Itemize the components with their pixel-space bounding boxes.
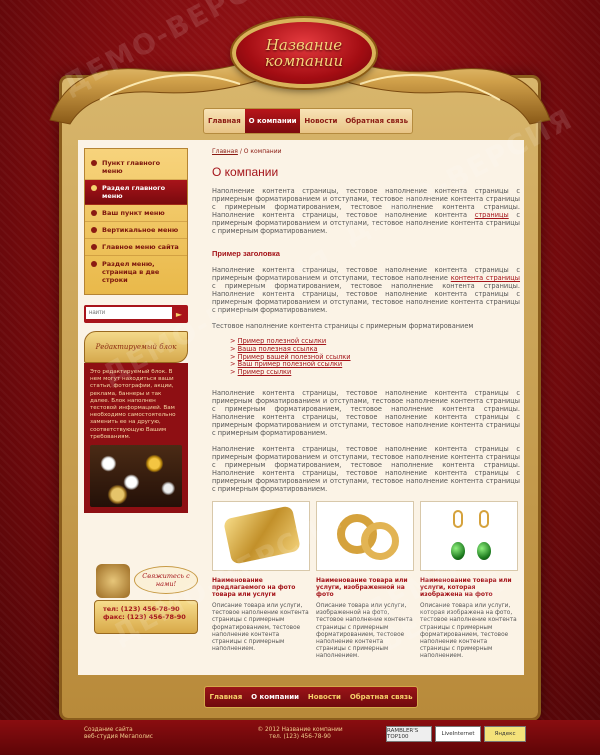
rambler-counter[interactable]: RAMBLER'S TOP100 bbox=[386, 726, 432, 742]
useful-link[interactable]: Пример ссылки bbox=[238, 368, 292, 376]
sidebar-item-4[interactable]: Вертикальное меню bbox=[85, 222, 187, 239]
sidebar-item-1[interactable]: Пункт главного меню bbox=[85, 155, 187, 180]
sidebar-item-label: Ваш пункт меню bbox=[102, 209, 165, 217]
product-card[interactable]: Наименование товара или услуги, которая … bbox=[420, 500, 518, 661]
nav-item-feedback[interactable]: Обратная связь bbox=[341, 109, 412, 133]
section-heading: Пример заголовка bbox=[212, 249, 280, 258]
useful-links-list: Пример полезной ссылки Ваша полезная ссы… bbox=[230, 337, 520, 377]
tel-number: тел: (123) 456-78-90 bbox=[103, 605, 180, 613]
bullet-icon bbox=[91, 185, 97, 191]
product-description: Описание товара или услуги, которая изоб… bbox=[420, 602, 517, 660]
footer-credits: Создание сайта веб-студия Мегаполис bbox=[84, 727, 153, 741]
contact-block: Свяжитесь с нами! тел: (123) 456-78-90 ф… bbox=[92, 560, 200, 638]
footer-copyright: © 2012 Название компании тел. (123) 456-… bbox=[240, 727, 360, 741]
contact-us-label: Свяжитесь с нами! bbox=[134, 566, 198, 594]
product-description: Описание товара или услуги, тестовое нап… bbox=[212, 602, 309, 653]
rings-image[interactable] bbox=[316, 500, 414, 571]
blog-body: Это редактируемый блок. В нем могут нахо… bbox=[84, 363, 188, 514]
paragraph-1: Наполнение контента страницы, тестовое н… bbox=[212, 187, 520, 235]
nav-item-about[interactable]: О компании bbox=[244, 109, 301, 133]
inline-link[interactable]: контента страницы bbox=[451, 274, 520, 282]
top-navigation: Главная О компании Новости Обратная связ… bbox=[203, 108, 413, 134]
counters: RAMBLER'S TOP100 LiveInternet Яндекс bbox=[386, 726, 526, 742]
bullet-icon bbox=[91, 210, 97, 216]
product-description: Описание товара или услуги, изображенной… bbox=[316, 602, 413, 660]
paragraph-2: Наполнение контента страницы, тестовое н… bbox=[212, 266, 520, 314]
earring-icon bbox=[477, 509, 491, 564]
bullet-icon bbox=[91, 244, 97, 250]
search-arrow-icon[interactable]: ► bbox=[172, 307, 186, 321]
paragraph-3: Тестовое наполнение контента страницы с … bbox=[212, 322, 474, 330]
footer-phone: тел. (123) 456-78-90 bbox=[269, 734, 331, 740]
earring-icon bbox=[451, 509, 465, 564]
sidebar-item-label: Раздел меню, страница в две строки bbox=[102, 260, 160, 284]
bullet-icon bbox=[91, 261, 97, 267]
main-content: Главная / О компании О компании Наполнен… bbox=[212, 148, 520, 661]
fax-number: факс: (123) 456-78-90 bbox=[103, 613, 186, 621]
watch-icon bbox=[222, 505, 302, 565]
useful-link[interactable]: Пример вашей полезной ссылки bbox=[238, 353, 351, 361]
sidebar-item-5[interactable]: Главное меню сайта bbox=[85, 239, 187, 256]
nav-item-news[interactable]: Новости bbox=[300, 109, 341, 133]
search-input[interactable] bbox=[86, 307, 172, 319]
sidebar-menu: Пункт главного меню Раздел главного меню… bbox=[84, 148, 188, 295]
products-row: Наименование предлагаемого на фото товар… bbox=[212, 500, 520, 661]
copyright-text: © 2012 Название компании bbox=[257, 727, 343, 733]
product-title[interactable]: Наименование предлагаемого на фото товар… bbox=[212, 577, 310, 598]
editable-block: Редактируемый блок Это редактируемый бло… bbox=[84, 331, 188, 514]
blog-title: Редактируемый блок bbox=[84, 331, 188, 363]
footer-nav-news[interactable]: Новости bbox=[308, 693, 341, 701]
useful-link[interactable]: Пример полезной ссылки bbox=[238, 337, 327, 345]
sidebar: Пункт главного меню Раздел главного меню… bbox=[84, 148, 188, 514]
useful-link[interactable]: Ваша полезная ссылка bbox=[238, 345, 318, 353]
earrings-image[interactable] bbox=[420, 500, 518, 571]
text: с примерным форматированием, тестовое на… bbox=[212, 282, 520, 314]
product-card[interactable]: Наименование товара или услуги, изображе… bbox=[316, 500, 414, 661]
sidebar-item-label: Пункт главного меню bbox=[102, 159, 161, 175]
breadcrumb-home-link[interactable]: Главная bbox=[212, 148, 238, 155]
footer-nav-home[interactable]: Главная bbox=[209, 693, 242, 701]
useful-link[interactable]: Ваш пример полезной ссылки bbox=[238, 360, 343, 368]
product-title[interactable]: Наименование товара или услуги, которая … bbox=[420, 577, 518, 598]
ring-icon bbox=[361, 521, 399, 560]
sidebar-item-label: Вертикальное меню bbox=[102, 226, 179, 234]
yandex-counter[interactable]: Яндекс bbox=[484, 726, 526, 742]
paragraph-4: Наполнение контента страницы, тестовое н… bbox=[212, 388, 520, 437]
blog-text: Это редактируемый блок. В нем могут нахо… bbox=[90, 369, 176, 440]
paragraph-5: Наполнение контента страницы, тестовое н… bbox=[212, 444, 520, 493]
footer-nav-about[interactable]: О компании bbox=[251, 693, 299, 701]
company-logo[interactable]: Название компании bbox=[232, 18, 376, 88]
inline-link[interactable]: страницы bbox=[475, 211, 509, 219]
list-item: Пример ссылки bbox=[230, 368, 520, 377]
nav-item-home[interactable]: Главная bbox=[204, 109, 245, 133]
phones-box: тел: (123) 456-78-90 факс: (123) 456-78-… bbox=[94, 600, 198, 634]
product-card[interactable]: Наименование предлагаемого на фото товар… bbox=[212, 500, 310, 661]
liveinternet-counter[interactable]: LiveInternet bbox=[435, 726, 481, 742]
bullet-icon bbox=[91, 160, 97, 166]
logo-line1: Название bbox=[265, 36, 343, 54]
footer-navigation: Главная О компании Новости Обратная связ… bbox=[204, 686, 418, 708]
sidebar-item-6[interactable]: Раздел меню, страница в две строки bbox=[85, 256, 187, 288]
product-title[interactable]: Наименование товара или услуги, изображе… bbox=[316, 577, 414, 598]
studio-link[interactable]: веб-студия Мегаполис bbox=[84, 734, 153, 741]
footer-nav-feedback[interactable]: Обратная связь bbox=[350, 693, 413, 701]
sidebar-item-2[interactable]: Раздел главного меню bbox=[85, 180, 187, 205]
sidebar-item-label: Раздел главного меню bbox=[102, 184, 166, 200]
watch-image[interactable] bbox=[212, 500, 310, 571]
sidebar-item-label: Главное меню сайта bbox=[102, 243, 179, 251]
telephone-icon bbox=[96, 564, 130, 598]
logo-line2: компании bbox=[264, 52, 344, 70]
search-box: ► bbox=[84, 305, 188, 323]
sidebar-item-3[interactable]: Ваш пункт меню bbox=[85, 205, 187, 222]
jewelry-image bbox=[90, 445, 182, 508]
credits-line1: Создание сайта bbox=[84, 727, 133, 733]
breadcrumb-current: / О компании bbox=[237, 148, 282, 155]
bullet-icon bbox=[91, 227, 97, 233]
page-title: О компании bbox=[212, 165, 279, 179]
breadcrumb: Главная / О компании bbox=[212, 148, 520, 155]
